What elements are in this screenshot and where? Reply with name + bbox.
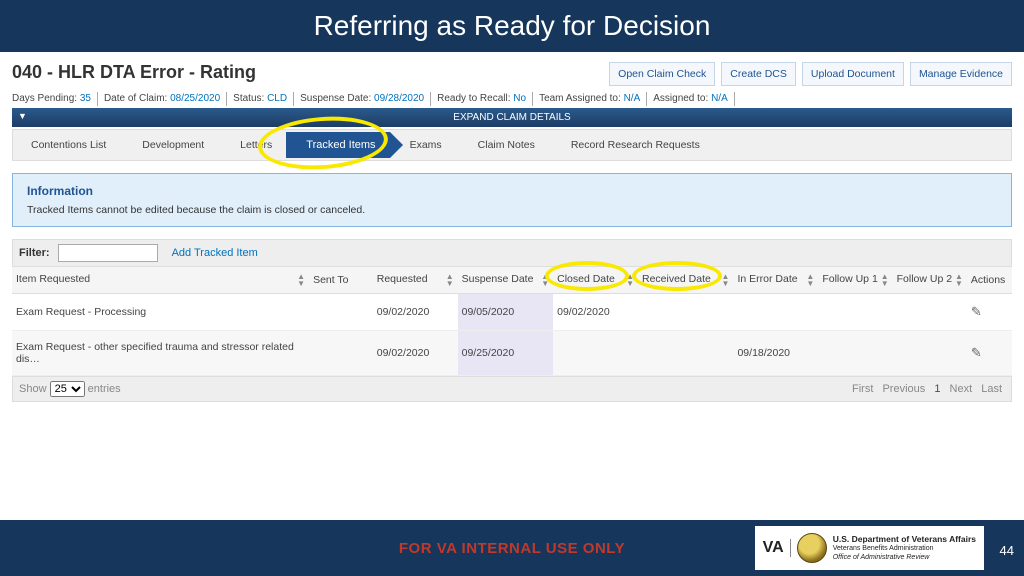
footer-logo-block: VA U.S. Department of Veterans Affairs V… [755, 526, 984, 570]
col-received[interactable]: Received Date [642, 273, 711, 285]
expand-claim-details-button[interactable]: ▼ EXPAND CLAIM DETAILS [12, 108, 1012, 127]
tab-research-requests[interactable]: Record Research Requests [553, 130, 718, 160]
suspense-value[interactable]: 09/28/2020 [374, 93, 424, 104]
cell-error [733, 294, 818, 331]
cell-closed [553, 331, 638, 376]
col-closed[interactable]: Closed Date [557, 273, 615, 285]
assigned-value[interactable]: N/A [711, 93, 728, 104]
cell-closed: 09/02/2020 [553, 294, 638, 331]
va-logo-text: VA [763, 539, 791, 557]
days-pending-value[interactable]: 35 [80, 93, 91, 104]
col-sent[interactable]: Sent To [313, 274, 348, 286]
tabs-bar: Contentions List Development Letters Tra… [12, 129, 1012, 161]
expand-label: EXPAND CLAIM DETAILS [453, 112, 570, 123]
slide-title: Referring as Ready for Decision [0, 0, 1024, 52]
pager-row: Show 25 entries First Previous 1 Next La… [12, 376, 1012, 402]
team-label: Team Assigned to: [539, 93, 621, 104]
col-suspense[interactable]: Suspense Date [462, 273, 534, 285]
sort-icon: ▲▼ [626, 273, 634, 287]
upload-document-button[interactable]: Upload Document [802, 62, 904, 86]
tab-tracked-items-active[interactable]: Tracked Items [286, 132, 389, 158]
slide-number: 44 [1000, 543, 1014, 558]
col-actions: Actions [971, 274, 1005, 286]
col-item[interactable]: Item Requested [16, 273, 90, 285]
table-row: Exam Request - other specified trauma an… [12, 331, 1012, 376]
table-row: Exam Request - Processing 09/02/2020 09/… [12, 294, 1012, 331]
sort-icon: ▲▼ [541, 273, 549, 287]
sort-icon: ▲▼ [806, 273, 814, 287]
col-error[interactable]: In Error Date [737, 273, 797, 285]
action-button-group: Open Claim Check Create DCS Upload Docum… [609, 62, 1012, 86]
create-dcs-button[interactable]: Create DCS [721, 62, 796, 86]
recall-label: Ready to Recall: [437, 93, 510, 104]
add-tracked-item-link[interactable]: Add Tracked Item [172, 247, 258, 259]
filter-bar: Filter: Add Tracked Item [12, 239, 1012, 267]
cell-suspense: 09/25/2020 [458, 331, 553, 376]
va-seal-icon [797, 533, 827, 563]
tab-letters[interactable]: Letters [222, 130, 276, 160]
expand-triangle-icon: ▼ [18, 111, 27, 121]
entries-label: entries [88, 383, 121, 395]
tab-exams[interactable]: Exams [400, 130, 460, 160]
show-label: Show [19, 383, 47, 395]
cell-item: Exam Request - other specified trauma an… [12, 331, 309, 376]
footer-internal-text: FOR VA INTERNAL USE ONLY [399, 540, 625, 557]
filter-input[interactable] [58, 244, 158, 262]
meta-bar: Days Pending: 35 Date of Claim: 08/25/20… [12, 92, 1012, 106]
footer: FOR VA INTERNAL USE ONLY VA U.S. Departm… [0, 520, 1024, 576]
info-text: Tracked Items cannot be edited because t… [27, 204, 997, 216]
pager-next[interactable]: Next [950, 383, 973, 395]
sort-icon: ▲▼ [446, 273, 454, 287]
info-box: Information Tracked Items cannot be edit… [12, 173, 1012, 227]
info-title: Information [27, 184, 997, 198]
days-pending-label: Days Pending: [12, 93, 77, 104]
tab-contentions[interactable]: Contentions List [13, 130, 124, 160]
filter-label: Filter: [19, 247, 50, 259]
edit-row-icon[interactable]: ✎ [971, 304, 982, 319]
manage-evidence-button[interactable]: Manage Evidence [910, 62, 1012, 86]
cell-error: 09/18/2020 [733, 331, 818, 376]
sort-icon: ▲▼ [955, 273, 963, 287]
edit-row-icon[interactable]: ✎ [971, 345, 982, 360]
cell-received [638, 294, 733, 331]
col-requested[interactable]: Requested [377, 273, 428, 285]
open-claim-check-button[interactable]: Open Claim Check [609, 62, 715, 86]
pager-links: First Previous 1 Next Last [849, 383, 1005, 395]
status-label: Status: [233, 93, 264, 104]
recall-value[interactable]: No [513, 93, 526, 104]
department-text: U.S. Department of Veterans Affairs Vete… [833, 535, 976, 562]
suspense-label: Suspense Date: [300, 93, 371, 104]
sort-icon: ▲▼ [722, 273, 730, 287]
pager-last[interactable]: Last [981, 383, 1002, 395]
cell-item: Exam Request - Processing [12, 294, 309, 331]
pager-first[interactable]: First [852, 383, 873, 395]
pager-page-1[interactable]: 1 [934, 383, 940, 395]
sort-icon: ▲▼ [881, 273, 889, 287]
pager-prev[interactable]: Previous [882, 383, 925, 395]
tab-development[interactable]: Development [124, 130, 222, 160]
entries-select[interactable]: 25 [50, 381, 85, 397]
col-followup1[interactable]: Follow Up 1 [822, 273, 877, 285]
status-value[interactable]: CLD [267, 93, 287, 104]
page-title: 040 - HLR DTA Error - Rating [12, 62, 256, 83]
assigned-label: Assigned to: [653, 93, 708, 104]
tracked-items-table: Item Requested ▲▼ Sent To Requested ▲▼ Sus… [12, 267, 1012, 376]
cell-suspense: 09/05/2020 [458, 294, 553, 331]
tab-claim-notes[interactable]: Claim Notes [460, 130, 553, 160]
sort-icon: ▲▼ [297, 273, 305, 287]
col-followup2[interactable]: Follow Up 2 [897, 273, 952, 285]
date-claim-value[interactable]: 08/25/2020 [170, 93, 220, 104]
cell-requested: 09/02/2020 [373, 294, 458, 331]
cell-received [638, 331, 733, 376]
cell-requested: 09/02/2020 [373, 331, 458, 376]
date-claim-label: Date of Claim: [104, 93, 167, 104]
team-value[interactable]: N/A [624, 93, 641, 104]
